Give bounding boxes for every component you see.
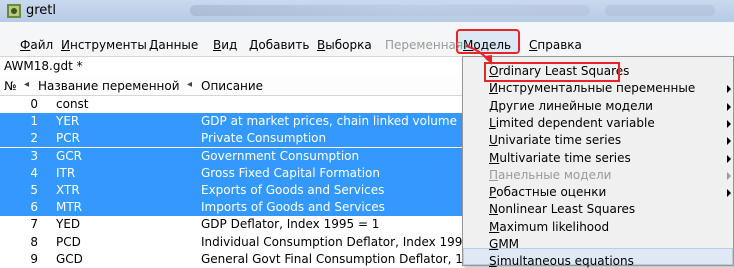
table-row[interactable]: 8 PCD Individual Consumption Deflator, Ind… [0, 234, 487, 251]
blurred-title-text-2 [605, 5, 715, 16]
title-bar: gretl [0, 0, 734, 23]
ols-highlight-box [484, 62, 620, 82]
submenu-arrow-icon [727, 137, 731, 146]
variable-description: Government Consumption [201, 148, 360, 163]
variable-name: XTR [56, 183, 80, 197]
menu-data[interactable]: Данные [149, 38, 198, 52]
row-number: 2 [30, 131, 38, 146]
header-num[interactable]: № [4, 79, 16, 93]
row-number: 0 [30, 97, 38, 111]
variable-description: Private Consumption [201, 131, 327, 146]
menu-item-other-linear-models[interactable]: Другие линейные модели [489, 99, 653, 113]
submenu-arrow-icon [727, 85, 731, 94]
sort-arrow-icon: ◂ [24, 79, 30, 90]
row-number: 1 [30, 114, 38, 129]
sort-arrow-icon: ◂ [187, 79, 193, 90]
variable-name: PCD [56, 234, 81, 249]
row-number: 8 [30, 234, 38, 249]
menu-tools[interactable]: Инструменты [61, 38, 147, 52]
row-number: 4 [30, 165, 38, 180]
menu-help[interactable]: Справка [529, 38, 582, 52]
variable-description: General Govt Final Consumption Deflator,… [201, 251, 496, 266]
submenu-arrow-icon [727, 102, 731, 111]
menu-item-nonlinear-least-squares[interactable]: Nonlinear Least Squares [489, 202, 635, 216]
variable-description: GDP Deflator, Index 1995 = 1 [201, 217, 380, 232]
window-title: gretl [26, 3, 57, 18]
menu-item-multivariate-time-series[interactable]: Multivariate time series [489, 151, 631, 165]
row-number: 9 [30, 251, 38, 266]
menu-item-maximum-likelihood[interactable]: Maximum likelihood [489, 220, 609, 234]
submenu-arrow-icon [727, 154, 731, 163]
header-name[interactable]: Название переменной [38, 79, 180, 93]
menu-view[interactable]: Вид [213, 38, 237, 52]
table-row[interactable]: 9 GCD General Govt Final Consumption Defla… [0, 251, 496, 268]
submenu-arrow-icon [727, 171, 731, 180]
table-header: № ◂ Название переменной ◂ Описание [0, 77, 470, 96]
table-row[interactable]: 0 const [0, 96, 470, 113]
header-description[interactable]: Описание [201, 79, 263, 93]
table-row[interactable]: 4 ITR Gross Fixed Capital Formation [0, 164, 470, 182]
menu-variable[interactable]: Переменная [385, 38, 463, 52]
menu-model[interactable]: Модель [463, 38, 511, 52]
table-row[interactable]: 3 GCR Government Consumption [0, 147, 470, 165]
row-number: 6 [30, 200, 38, 215]
gretl-app-icon [7, 4, 21, 18]
variable-name: const [56, 97, 89, 111]
menu-file[interactable]: Файл [20, 38, 53, 52]
table-row[interactable]: 2 PCR Private Consumption [0, 130, 470, 148]
table-row[interactable]: 7 YED GDP Deflator, Index 1995 = 1 [0, 216, 470, 233]
row-number: 7 [30, 217, 38, 232]
variable-description: Individual Consumption Deflator, Index 1… [201, 234, 488, 249]
table-row[interactable]: 5 XTR Exports of Goods and Services [0, 182, 470, 199]
menu-add[interactable]: Добавить [249, 38, 309, 52]
variable-name: MTR [56, 200, 83, 215]
submenu-arrow-icon [727, 189, 731, 198]
menu-item-univariate-time-series[interactable]: Univariate time series [489, 133, 621, 147]
variable-name: GCR [56, 148, 83, 163]
menu-item-gmm[interactable]: GMM [489, 237, 519, 251]
variable-name: YER [56, 114, 80, 129]
table-row[interactable]: 6 MTR Imports of Goods and Services [0, 199, 470, 217]
submenu-arrow-icon [727, 119, 731, 128]
variable-description: Exports of Goods and Services [201, 183, 385, 197]
variable-description: GDP at market prices, chain linked volum… [201, 114, 457, 129]
row-number: 3 [30, 148, 38, 163]
menu-item-limited-dependent-variable[interactable]: Limited dependent variable [489, 116, 655, 130]
menu-item-panel-models[interactable]: Панельные модели [489, 168, 611, 182]
table-row[interactable]: 1 YER GDP at market prices, chain linked v… [0, 113, 470, 131]
blurred-title-text [190, 5, 590, 16]
variable-name: ITR [56, 165, 76, 180]
menu-item-instrumental-variables[interactable]: Инструментальные переменные [489, 81, 695, 95]
variable-name: YED [56, 217, 81, 232]
variable-description: Gross Fixed Capital Formation [201, 165, 380, 180]
menu-item-robust-estimation[interactable]: Робастные оценки [489, 185, 606, 199]
row-number: 5 [30, 183, 38, 197]
menu-sample[interactable]: Выборка [317, 38, 372, 52]
variable-description: Imports of Goods and Services [201, 200, 385, 215]
dataset-filename: AWM18.gdt * [4, 59, 83, 73]
variable-name: PCR [56, 131, 80, 146]
variable-name: GCD [56, 251, 83, 266]
